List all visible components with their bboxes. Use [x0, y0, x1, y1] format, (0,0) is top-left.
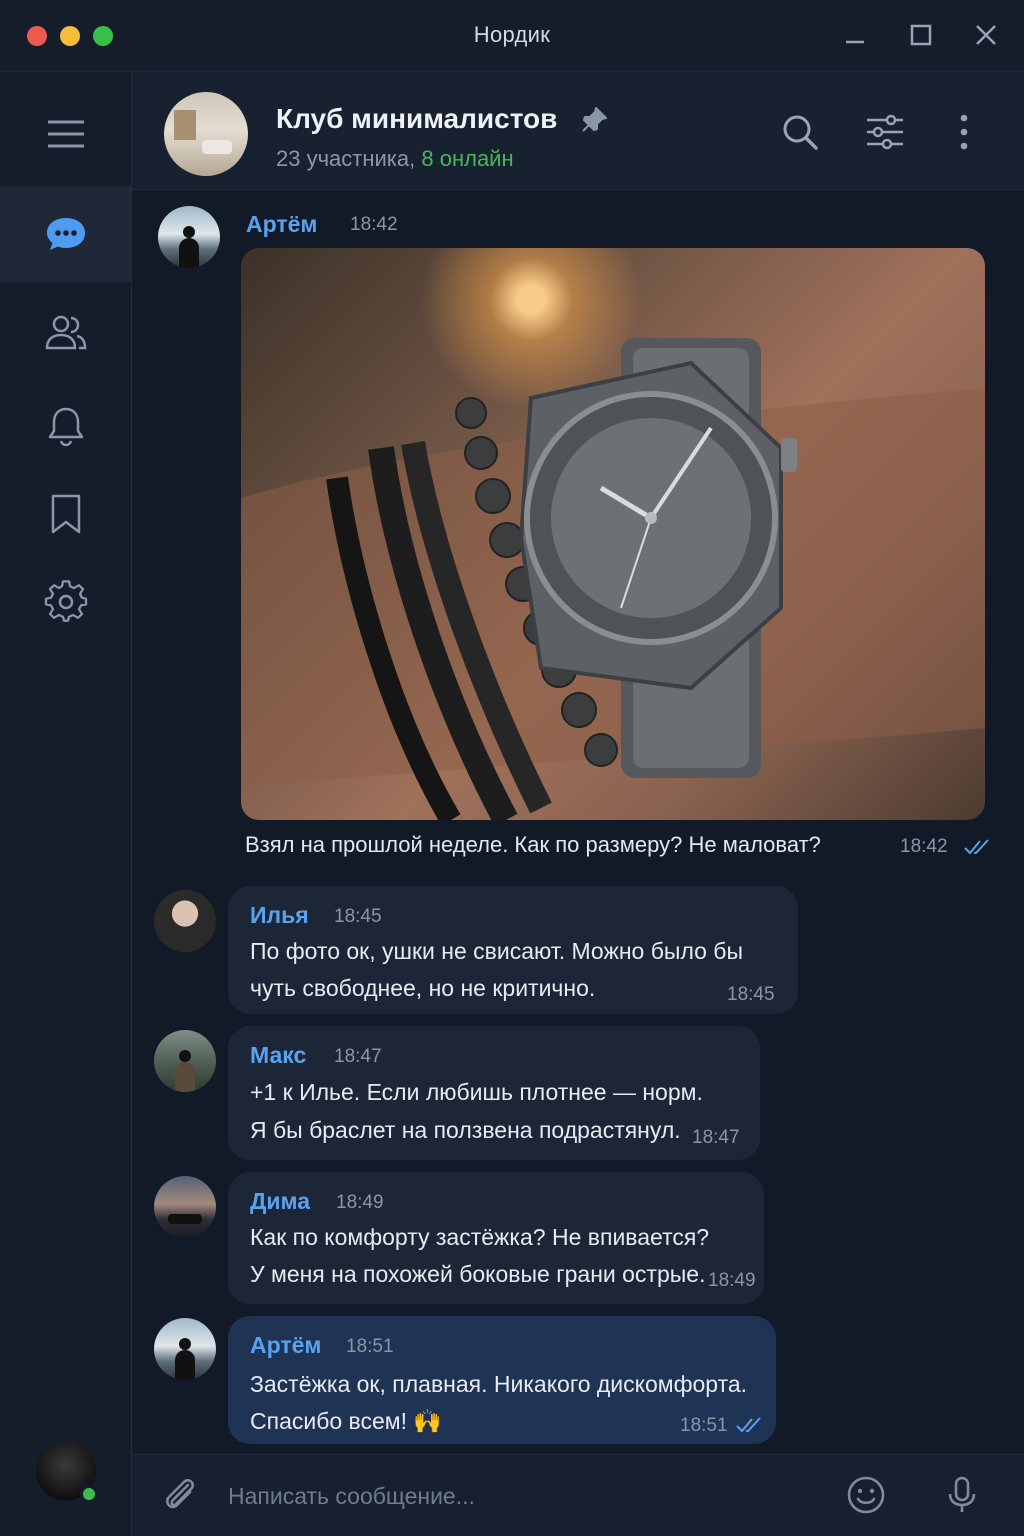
- message-stamp: 18:47: [692, 1127, 740, 1148]
- maximize-icon[interactable]: [908, 22, 934, 48]
- my-profile-avatar[interactable]: [36, 1441, 98, 1503]
- online-status-dot: [80, 1485, 98, 1503]
- more-icon: [960, 114, 968, 150]
- gear-icon: [44, 580, 87, 622]
- message-stamp: 18:42: [900, 836, 948, 857]
- sender-name[interactable]: Артём: [250, 1332, 321, 1359]
- chat-bubble-icon: [46, 218, 85, 250]
- chat-header: Клуб минималистов 23 участника, 8 онлайн: [132, 72, 1024, 190]
- sidebar-item-saved[interactable]: [0, 466, 131, 562]
- paperclip-icon: [166, 1479, 194, 1509]
- chat-title[interactable]: Клуб минималистов: [276, 103, 557, 135]
- search-icon: [783, 115, 818, 150]
- search-button[interactable]: [780, 112, 820, 152]
- members-count: 23 участника,: [276, 146, 422, 171]
- window-title: Нордик: [473, 22, 551, 47]
- message-composer: [132, 1454, 1024, 1536]
- minimize-icon[interactable]: [842, 22, 868, 48]
- voice-button[interactable]: [942, 1475, 982, 1515]
- message-text-line: По фото ок, ушки не свисают. Можно было …: [250, 938, 744, 964]
- message-bubble[interactable]: Дима 18:49 Как по комфорту застёжка? Не …: [228, 1172, 764, 1304]
- filter-icon: [867, 114, 903, 150]
- chat-members-status: 23 участника, 8 онлайн: [276, 146, 514, 172]
- smiley-icon: [847, 1476, 885, 1514]
- message-text-line: Как по комфорту застёжка? Не впивается?: [250, 1224, 710, 1250]
- message-stamp: 18:49: [708, 1270, 756, 1291]
- message-photo-watch[interactable]: [241, 248, 985, 820]
- bookmark-icon: [51, 494, 80, 534]
- message-time: 18:47: [334, 1046, 382, 1067]
- close-icon[interactable]: [973, 22, 999, 48]
- chat-avatar[interactable]: [164, 92, 248, 176]
- sender-name[interactable]: Дима: [250, 1188, 310, 1215]
- message-text-line: Я бы браслет на ползвена подрастянул.: [250, 1117, 681, 1143]
- sidebar: [0, 72, 132, 1536]
- online-count: 8 онлайн: [421, 146, 514, 171]
- message-bubble[interactable]: Илья 18:45 По фото ок, ушки не свисают. …: [228, 886, 798, 1014]
- sidebar-item-notifications[interactable]: [0, 378, 131, 474]
- message-bubble[interactable]: Макс 18:47 +1 к Илье. Если любишь плотне…: [228, 1026, 760, 1160]
- avatar-artyom[interactable]: [158, 206, 220, 268]
- sender-name[interactable]: Артём: [246, 211, 317, 238]
- message-time: 18:51: [346, 1336, 394, 1357]
- message-stamp: 18:45: [727, 984, 775, 1005]
- message-list[interactable]: Артём 18:42 Взял на прошлой неделе. Как …: [132, 190, 1024, 1454]
- microphone-icon: [948, 1476, 976, 1512]
- attach-button[interactable]: [160, 1475, 200, 1515]
- pin-icon: [580, 106, 608, 134]
- message-text-line: У меня на похожей боковые грани острые.: [250, 1261, 706, 1287]
- filter-button[interactable]: [865, 112, 905, 152]
- avatar-maks[interactable]: [154, 1030, 216, 1092]
- watch-illustration: [241, 338, 985, 820]
- avatar-dima[interactable]: [154, 1176, 216, 1238]
- message-text-line: Застёжка ок, плавная. Никакого дискомфор…: [250, 1371, 748, 1397]
- menu-icon: [47, 120, 84, 148]
- message-text-line: +1 к Илье. Если любишь плотнее — норм.: [250, 1079, 703, 1105]
- avatar-artyom[interactable]: [154, 1318, 216, 1380]
- more-button[interactable]: [944, 112, 984, 152]
- people-icon: [45, 315, 86, 350]
- message-time: 18:42: [350, 214, 398, 235]
- double-check-icon: [964, 839, 989, 855]
- message-time: 18:49: [336, 1192, 384, 1213]
- emoji-button[interactable]: [846, 1475, 886, 1515]
- sidebar-item-chats[interactable]: [0, 186, 131, 282]
- message-text-line: Спасибо всем! 🙌: [250, 1408, 443, 1434]
- avatar-ilya[interactable]: [154, 890, 216, 952]
- message-time: 18:45: [334, 906, 382, 927]
- photo-caption: Взял на прошлой неделе. Как по размеру? …: [245, 832, 821, 857]
- bell-icon: [48, 407, 83, 447]
- title-bar: Нордик: [0, 0, 1024, 72]
- sender-name[interactable]: Илья: [250, 902, 309, 929]
- message-stamp: 18:51: [680, 1415, 728, 1436]
- message-input[interactable]: [228, 1479, 788, 1513]
- sidebar-item-settings[interactable]: [0, 554, 131, 650]
- message-bubble-own[interactable]: Артём 18:51 Застёжка ок, плавная. Никако…: [228, 1316, 776, 1444]
- sidebar-item-contacts[interactable]: [0, 284, 131, 380]
- message-text-line: чуть свободнее, но не критично.: [250, 975, 596, 1001]
- double-check-icon: [736, 1417, 761, 1433]
- sender-name[interactable]: Макс: [250, 1042, 306, 1069]
- menu-button[interactable]: [0, 86, 131, 182]
